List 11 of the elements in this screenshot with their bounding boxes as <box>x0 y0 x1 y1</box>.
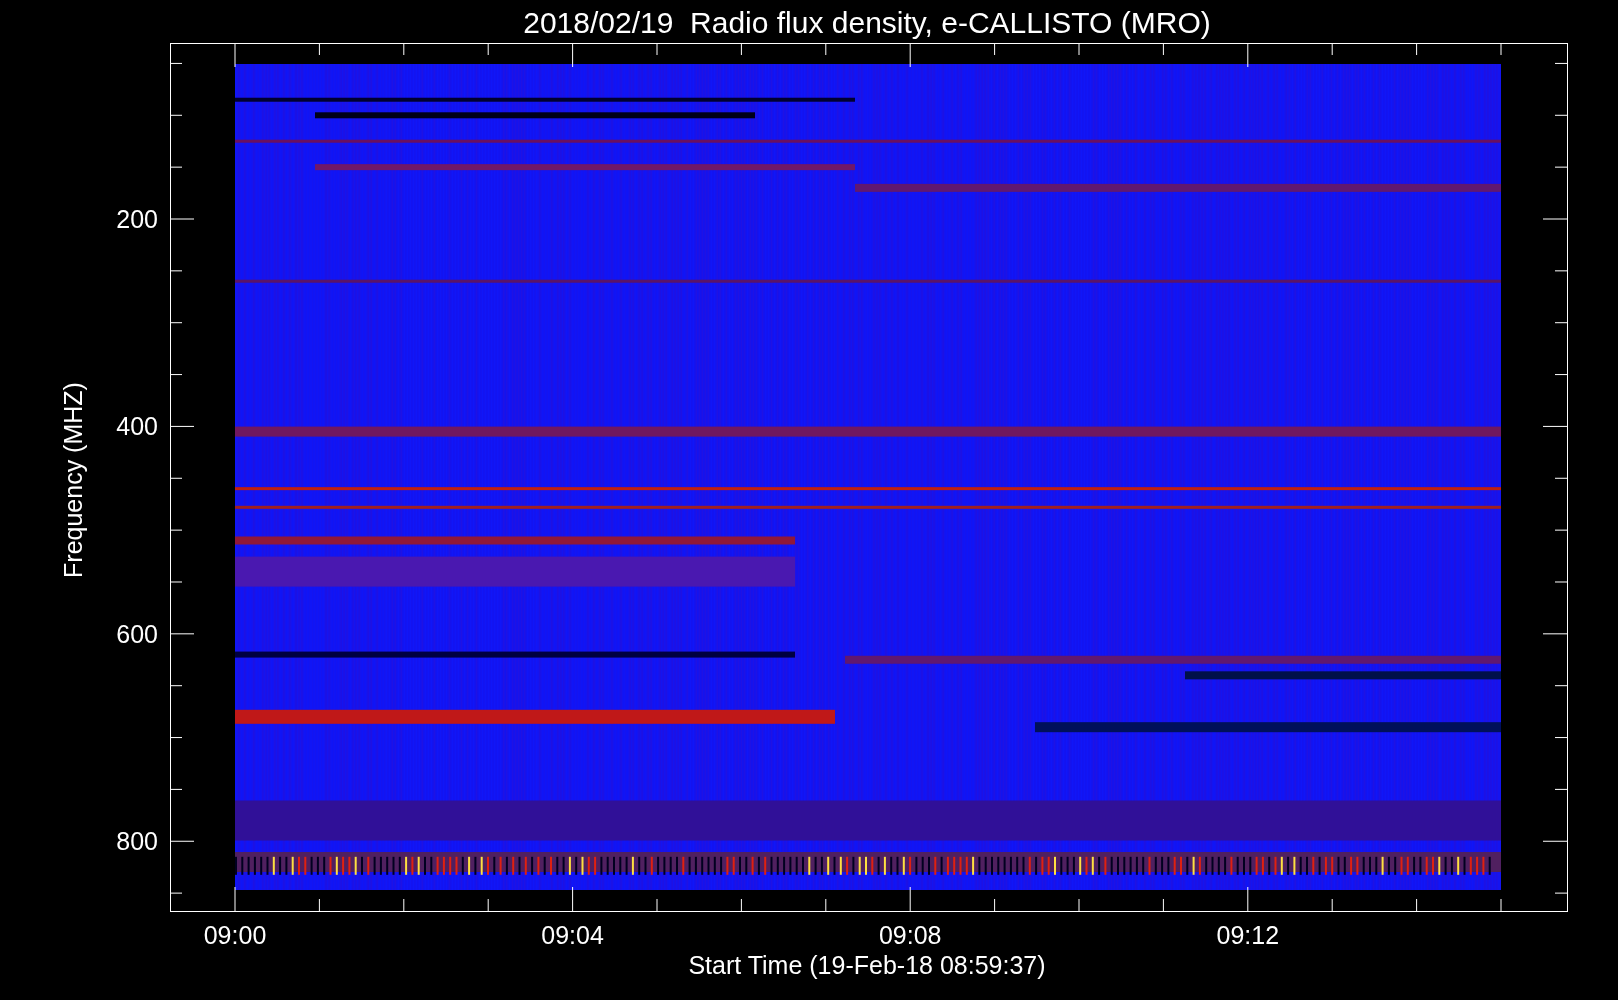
y-tick-label: 600 <box>116 619 158 648</box>
x-tick-label: 09:12 <box>1216 921 1280 949</box>
x-tick-label: 09:00 <box>203 921 267 949</box>
y-tick-label: 800 <box>116 827 158 856</box>
y-tick-label: 400 <box>116 412 158 441</box>
x-tick-label: 09:04 <box>541 921 604 949</box>
x-tick-label: 09:08 <box>878 921 942 949</box>
x-axis-label: Start Time (19-Feb-18 08:59:37) <box>688 951 1046 979</box>
chart-title: 2018/02/19 Radio flux density, e-CALLISTO (MRO) <box>523 6 1211 39</box>
y-axis-label: Frequency (MHZ) <box>59 382 87 578</box>
y-tick-label: 200 <box>116 205 158 233</box>
